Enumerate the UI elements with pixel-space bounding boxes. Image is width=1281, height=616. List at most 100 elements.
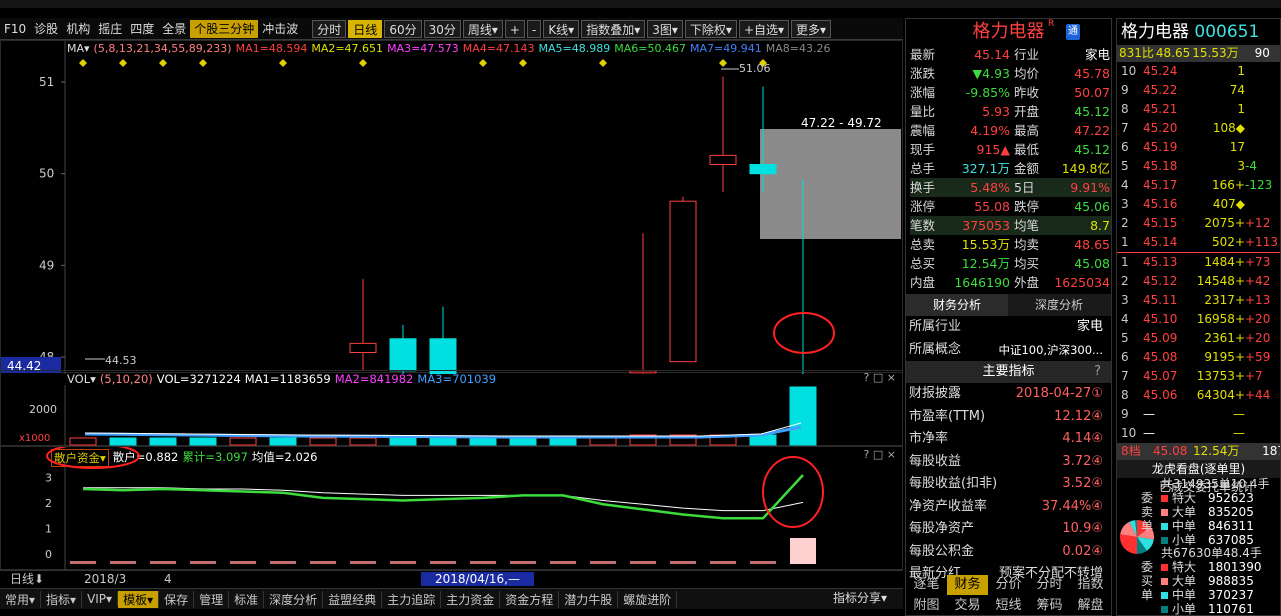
indicator-share-button[interactable]: 指标分享▾	[833, 588, 887, 609]
bottom-tab-8[interactable]: 益盟经典	[323, 590, 383, 608]
ob-price-8[interactable]: 45.15	[1143, 214, 1193, 233]
ob-price-4[interactable]: 45.19	[1143, 138, 1193, 157]
ob-index-9: 1	[1121, 235, 1129, 249]
ob-price-10[interactable]: 45.13	[1143, 253, 1193, 272]
ob-price-9[interactable]: 45.14	[1143, 233, 1193, 252]
tab-7[interactable]: 冲击波	[258, 20, 302, 38]
bottom-tab-13[interactable]: 螺旋进阶	[618, 590, 678, 608]
period-4[interactable]: 周线▾	[462, 19, 503, 38]
ob-price-16[interactable]: 45.07	[1143, 367, 1193, 386]
dragon-title[interactable]: 龙虎看盘(逐单里)	[1117, 460, 1280, 478]
ob-price-3[interactable]: 45.20	[1143, 119, 1193, 138]
ob-price-14[interactable]: 45.09	[1143, 329, 1193, 348]
period-label[interactable]: 日线⬇	[0, 570, 60, 587]
right-tab-rt1-3[interactable]: 分时	[1029, 575, 1070, 595]
fin-value-2[interactable]: 4.14④	[1062, 428, 1103, 451]
fin-row-2: 市净率 4.14④	[906, 428, 1111, 451]
tab-financial[interactable]: 财务分析	[906, 294, 1008, 316]
period-1[interactable]: 日线	[348, 19, 383, 38]
period-0[interactable]: 分时	[312, 19, 347, 38]
ob-price-5[interactable]: 45.18	[1143, 157, 1193, 176]
sell-stats: 共314935单10.4手 特大 952623 大单 835205 中单 846311 小单 6…	[1141, 477, 1270, 547]
ob-price-13[interactable]: 45.10	[1143, 310, 1193, 329]
ob-price-7[interactable]: 45.16	[1143, 195, 1193, 214]
overlay-button[interactable]: 指数叠加▾	[581, 19, 646, 38]
fin-value-4[interactable]: 3.52④	[1062, 473, 1103, 496]
quote-grid: 最新 45.14 行业 家电 涨跌 ▼4.93 均价 45.78 涨幅 -9.85% 昨收 50.07…	[906, 45, 1111, 292]
ob-price-2[interactable]: 45.21	[1143, 100, 1193, 119]
right-tab-rt2-0[interactable]: 附图	[906, 596, 947, 616]
tab-2[interactable]: 机构	[62, 20, 94, 38]
right-tab-rt1-4[interactable]: 指数	[1070, 575, 1111, 595]
minus-button[interactable]: -	[526, 19, 542, 38]
concept-row[interactable]: 所属概念 中证100,沪深300...	[906, 339, 1111, 362]
vol-bar-6	[309, 437, 337, 446]
retail-bar-11	[510, 561, 536, 564]
tab-6[interactable]: 个股三分钟	[190, 19, 259, 38]
ob-price-19[interactable]: —	[1143, 424, 1193, 443]
ob-price-11[interactable]: 45.12	[1143, 272, 1193, 291]
tab-5[interactable]: 全景	[158, 20, 190, 38]
ob-price-17[interactable]: 45.06	[1143, 386, 1193, 405]
bottom-tab-0[interactable]: 常用▾	[0, 590, 42, 608]
bottom-tab-5[interactable]: 管理	[194, 590, 230, 608]
bottom-tab-9[interactable]: 主力追踪	[382, 590, 442, 608]
fin-value-6[interactable]: 10.9④	[1062, 518, 1103, 541]
fin-value-3[interactable]: 3.72④	[1062, 451, 1103, 474]
bottom-tab-1[interactable]: 指标▾	[41, 590, 83, 608]
help-icon[interactable]: ?	[1094, 361, 1101, 383]
tab-0[interactable]: F10	[0, 20, 30, 38]
fin-row-5: 净资产收益率 37.44%④	[906, 496, 1111, 519]
right-tab-rt2-3[interactable]: 筹码	[1029, 596, 1070, 616]
bottom-tab-4[interactable]: 保存	[159, 590, 195, 608]
fin-value-5[interactable]: 37.44%④	[1042, 496, 1103, 519]
ob-price-0[interactable]: 45.24	[1143, 62, 1193, 81]
ob-level-17: 8 45.06 64304+ +44	[1117, 386, 1280, 405]
fin-value-7[interactable]: 0.02④	[1062, 541, 1103, 564]
right-tab-rt2-2[interactable]: 短线	[988, 596, 1029, 616]
ob-price-6[interactable]: 45.17	[1143, 176, 1193, 195]
bottom-tab-2[interactable]: VIP▾	[82, 592, 119, 606]
fin-value-1[interactable]: 12.12④	[1054, 406, 1103, 429]
buy-swatch-2	[1161, 592, 1168, 599]
right-tab-rt2-1[interactable]: 交易	[947, 596, 988, 616]
buy-row-3: 小单 110761	[1161, 602, 1262, 615]
plus-button[interactable]: +	[504, 19, 525, 38]
ob-index-10: 1	[1121, 255, 1129, 269]
ob-price-18[interactable]: —	[1143, 405, 1193, 424]
period-3[interactable]: 30分	[423, 19, 461, 38]
bottom-tab-12[interactable]: 潜力牛股	[559, 590, 619, 608]
right-tab-rt1-1[interactable]: 财务	[947, 575, 988, 595]
right-tab-rt2-4[interactable]: 解盘	[1070, 596, 1111, 616]
adjust-button[interactable]: 下除权▾	[684, 19, 737, 38]
kline-button[interactable]: K线▾	[543, 19, 580, 38]
watch-button[interactable]: +自选▾	[738, 19, 790, 38]
period-2[interactable]: 60分	[384, 19, 422, 38]
signal-diamond-13	[599, 59, 607, 67]
bottom-tab-6[interactable]: 标准	[229, 590, 265, 608]
ob-vol-16: 13753+	[1196, 369, 1245, 383]
tong-badge[interactable]: 通	[1066, 24, 1080, 40]
more-button[interactable]: 更多▾	[791, 19, 832, 38]
tab-3[interactable]: 摇庄	[94, 20, 126, 38]
right-tab-rt1-2[interactable]: 分价	[988, 575, 1029, 595]
graphs-button[interactable]: 3图▾	[647, 19, 683, 38]
tab-deep[interactable]: 深度分析	[1008, 294, 1110, 316]
fin-row-7: 每股公积金 0.02④	[906, 541, 1111, 564]
ob-price-15[interactable]: 45.08	[1143, 348, 1193, 367]
ob-change-4	[1245, 138, 1280, 157]
ob-price-1[interactable]: 45.22	[1143, 81, 1193, 100]
ob-price-12[interactable]: 45.11	[1143, 291, 1193, 310]
bottom-tab-7[interactable]: 深度分析	[264, 590, 324, 608]
fin-value-0[interactable]: 2018-04-27①	[1016, 383, 1103, 406]
vol-bar-3	[189, 437, 217, 446]
bottom-tab-11[interactable]: 资金方程	[500, 590, 560, 608]
quote-row-6: 总手 327.1万 金额 149.8亿	[910, 159, 1111, 178]
tab-1[interactable]: 诊股	[30, 20, 62, 38]
bottom-tab-10[interactable]: 主力资金	[441, 590, 501, 608]
bottom-tab-3[interactable]: 模板▾	[118, 590, 160, 608]
quote-value2-4: 47.22	[1074, 123, 1110, 138]
right-tab-rt1-0[interactable]: 逐笔	[906, 575, 947, 595]
tab-4[interactable]: 四度	[126, 20, 158, 38]
sell-row-1: 大单 835205	[1161, 505, 1270, 519]
